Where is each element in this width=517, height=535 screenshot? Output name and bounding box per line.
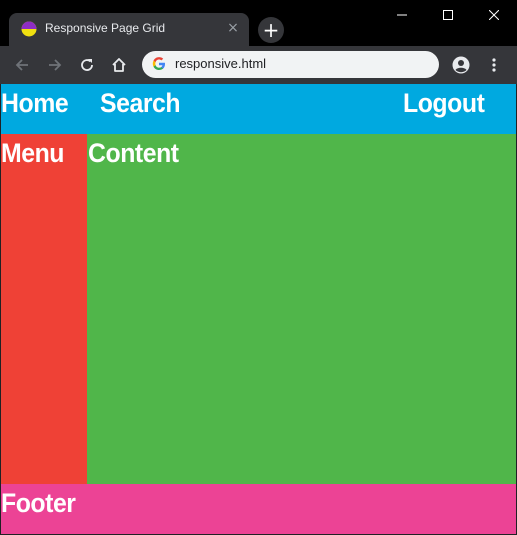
back-arrow-icon: [15, 59, 28, 71]
browser-menu-button[interactable]: [484, 55, 504, 75]
footer-label: Footer: [1, 488, 76, 518]
browser-tab[interactable]: Responsive Page Grid ×: [9, 13, 249, 46]
page-grid: Home Search Logout Menu Content Footer: [1, 84, 516, 534]
home-button[interactable]: [109, 55, 129, 75]
kebab-menu-icon: [492, 58, 496, 72]
menu-panel: Menu: [1, 134, 87, 484]
forward-button[interactable]: [45, 55, 65, 75]
back-button[interactable]: [12, 55, 32, 75]
menu-label: Menu: [1, 138, 65, 168]
reload-button[interactable]: [77, 55, 97, 75]
maximize-button[interactable]: [425, 0, 471, 30]
page-viewport: Home Search Logout Menu Content Footer: [1, 84, 516, 534]
minimize-icon: [397, 14, 407, 16]
content-label: Content: [88, 138, 179, 168]
tab-close-icon[interactable]: ×: [225, 20, 241, 36]
forward-arrow-icon: [49, 59, 62, 71]
google-g-icon: [152, 57, 165, 70]
address-bar[interactable]: responsive.html: [142, 51, 439, 78]
tab-title: Responsive Page Grid: [45, 21, 166, 35]
new-tab-button[interactable]: +: [258, 17, 284, 43]
profile-button[interactable]: [451, 55, 471, 75]
pie-favicon-icon: [21, 21, 37, 37]
reload-icon: [81, 59, 93, 71]
browser-toolbar: responsive.html: [0, 46, 517, 84]
home-link[interactable]: Home: [1, 88, 69, 119]
home-icon: [112, 58, 126, 72]
title-bar: Responsive Page Grid × +: [0, 0, 517, 46]
close-window-button[interactable]: [471, 0, 517, 30]
page-header: Home Search Logout: [1, 84, 516, 134]
page-footer: Footer: [1, 484, 516, 534]
url-text: responsive.html: [175, 56, 267, 71]
browser-window: Responsive Page Grid × + responsive.html…: [0, 0, 517, 535]
close-icon: [489, 10, 499, 20]
maximize-icon: [443, 10, 453, 20]
search-link[interactable]: Search: [100, 88, 181, 119]
content-panel: Content: [87, 134, 516, 484]
window-controls: [379, 0, 517, 30]
logout-link[interactable]: Logout: [403, 88, 485, 119]
minimize-button[interactable]: [379, 0, 425, 30]
profile-icon: [452, 56, 470, 74]
